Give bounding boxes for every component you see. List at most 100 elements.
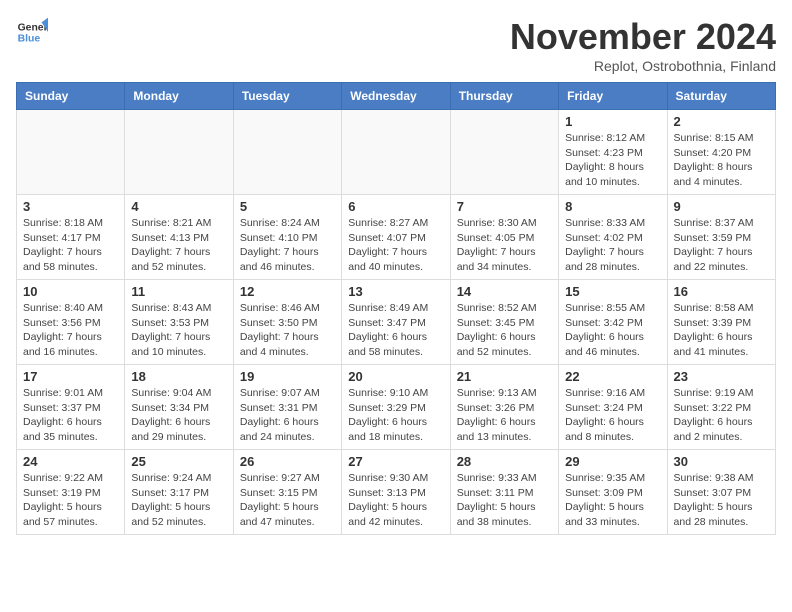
day-info: Sunrise: 9:35 AM Sunset: 3:09 PM Dayligh… bbox=[565, 471, 660, 530]
day-number: 20 bbox=[348, 369, 443, 384]
week-row-3: 10Sunrise: 8:40 AM Sunset: 3:56 PM Dayli… bbox=[17, 280, 776, 365]
calendar-cell: 1 Sunrise: 8:12 AM Sunset: 4:23 PM Daylig… bbox=[559, 110, 667, 195]
day-number: 24 bbox=[23, 454, 118, 469]
day-info: Sunrise: 8:58 AM Sunset: 3:39 PM Dayligh… bbox=[674, 301, 769, 360]
calendar-cell: 22Sunrise: 9:16 AM Sunset: 3:24 PM Dayli… bbox=[559, 365, 667, 450]
day-number: 15 bbox=[565, 284, 660, 299]
day-number: 23 bbox=[674, 369, 769, 384]
title-block: November 2024 Replot, Ostrobothnia, Finl… bbox=[510, 16, 776, 74]
day-number: 22 bbox=[565, 369, 660, 384]
calendar-cell: 25 Sunrise: 9:24 AM Sunset: 3:17 PM Dayli… bbox=[125, 450, 233, 535]
day-info: Sunrise: 8:24 AM Sunset: 4:10 PM Dayligh… bbox=[240, 216, 335, 275]
day-number: 3 bbox=[23, 199, 118, 214]
day-number: 25 bbox=[131, 454, 226, 469]
day-number: 6 bbox=[348, 199, 443, 214]
day-info: Sunrise: 9:27 AM Sunset: 3:15 PM Dayligh… bbox=[240, 471, 335, 530]
calendar-cell bbox=[233, 110, 341, 195]
calendar-cell bbox=[125, 110, 233, 195]
calendar-cell: 10Sunrise: 8:40 AM Sunset: 3:56 PM Dayli… bbox=[17, 280, 125, 365]
day-info: Sunrise: 8:49 AM Sunset: 3:47 PM Dayligh… bbox=[348, 301, 443, 360]
calendar-cell: 3 Sunrise: 8:18 AM Sunset: 4:17 PM Daylig… bbox=[17, 195, 125, 280]
day-number: 14 bbox=[457, 284, 552, 299]
calendar-cell bbox=[17, 110, 125, 195]
calendar-cell: 7 Sunrise: 8:30 AM Sunset: 4:05 PM Daylig… bbox=[450, 195, 558, 280]
day-info: Sunrise: 8:18 AM Sunset: 4:17 PM Dayligh… bbox=[23, 216, 118, 275]
calendar-cell: 11 Sunrise: 8:43 AM Sunset: 3:53 PM Dayli… bbox=[125, 280, 233, 365]
svg-text:Blue: Blue bbox=[18, 34, 41, 45]
calendar-cell: 9 Sunrise: 8:37 AM Sunset: 3:59 PM Daylig… bbox=[667, 195, 775, 280]
day-number: 9 bbox=[674, 199, 769, 214]
calendar-cell: 18 Sunrise: 9:04 AM Sunset: 3:34 PM Dayli… bbox=[125, 365, 233, 450]
day-number: 30 bbox=[674, 454, 769, 469]
day-info: Sunrise: 9:07 AM Sunset: 3:31 PM Dayligh… bbox=[240, 386, 335, 445]
calendar-cell: 12 Sunrise: 8:46 AM Sunset: 3:50 PM Dayli… bbox=[233, 280, 341, 365]
day-number: 17 bbox=[23, 369, 118, 384]
day-info: Sunrise: 9:33 AM Sunset: 3:11 PM Dayligh… bbox=[457, 471, 552, 530]
calendar-cell: 23 Sunrise: 9:19 AM Sunset: 3:22 PM Dayli… bbox=[667, 365, 775, 450]
day-info: Sunrise: 8:37 AM Sunset: 3:59 PM Dayligh… bbox=[674, 216, 769, 275]
calendar-cell: 14 Sunrise: 8:52 AM Sunset: 3:45 PM Dayli… bbox=[450, 280, 558, 365]
header-day-tuesday: Tuesday bbox=[233, 83, 341, 110]
header-day-saturday: Saturday bbox=[667, 83, 775, 110]
week-row-5: 24 Sunrise: 9:22 AM Sunset: 3:19 PM Dayli… bbox=[17, 450, 776, 535]
day-info: Sunrise: 9:24 AM Sunset: 3:17 PM Dayligh… bbox=[131, 471, 226, 530]
day-number: 1 bbox=[565, 114, 660, 129]
day-number: 27 bbox=[348, 454, 443, 469]
day-number: 26 bbox=[240, 454, 335, 469]
week-row-1: 1 Sunrise: 8:12 AM Sunset: 4:23 PM Daylig… bbox=[17, 110, 776, 195]
calendar-cell bbox=[450, 110, 558, 195]
logo: General Blue bbox=[16, 16, 48, 48]
header-day-thursday: Thursday bbox=[450, 83, 558, 110]
month-title: November 2024 bbox=[510, 16, 776, 58]
day-info: Sunrise: 8:12 AM Sunset: 4:23 PM Dayligh… bbox=[565, 131, 660, 190]
day-info: Sunrise: 8:33 AM Sunset: 4:02 PM Dayligh… bbox=[565, 216, 660, 275]
calendar-cell: 26 Sunrise: 9:27 AM Sunset: 3:15 PM Dayli… bbox=[233, 450, 341, 535]
day-number: 18 bbox=[131, 369, 226, 384]
header-day-sunday: Sunday bbox=[17, 83, 125, 110]
day-info: Sunrise: 9:10 AM Sunset: 3:29 PM Dayligh… bbox=[348, 386, 443, 445]
day-info: Sunrise: 8:21 AM Sunset: 4:13 PM Dayligh… bbox=[131, 216, 226, 275]
calendar-cell: 28 Sunrise: 9:33 AM Sunset: 3:11 PM Dayli… bbox=[450, 450, 558, 535]
day-number: 13 bbox=[348, 284, 443, 299]
calendar-cell: 20 Sunrise: 9:10 AM Sunset: 3:29 PM Dayli… bbox=[342, 365, 450, 450]
calendar-cell: 29 Sunrise: 9:35 AM Sunset: 3:09 PM Dayli… bbox=[559, 450, 667, 535]
day-info: Sunrise: 9:04 AM Sunset: 3:34 PM Dayligh… bbox=[131, 386, 226, 445]
calendar-cell: 13 Sunrise: 8:49 AM Sunset: 3:47 PM Dayli… bbox=[342, 280, 450, 365]
calendar-cell: 8Sunrise: 8:33 AM Sunset: 4:02 PM Daylig… bbox=[559, 195, 667, 280]
day-number: 16 bbox=[674, 284, 769, 299]
day-info: Sunrise: 8:27 AM Sunset: 4:07 PM Dayligh… bbox=[348, 216, 443, 275]
day-info: Sunrise: 9:01 AM Sunset: 3:37 PM Dayligh… bbox=[23, 386, 118, 445]
page-header: General Blue November 2024 Replot, Ostro… bbox=[16, 16, 776, 74]
day-info: Sunrise: 8:46 AM Sunset: 3:50 PM Dayligh… bbox=[240, 301, 335, 360]
day-info: Sunrise: 8:52 AM Sunset: 3:45 PM Dayligh… bbox=[457, 301, 552, 360]
calendar-cell: 21 Sunrise: 9:13 AM Sunset: 3:26 PM Dayli… bbox=[450, 365, 558, 450]
day-info: Sunrise: 8:43 AM Sunset: 3:53 PM Dayligh… bbox=[131, 301, 226, 360]
day-number: 12 bbox=[240, 284, 335, 299]
calendar-header-row: SundayMondayTuesdayWednesdayThursdayFrid… bbox=[17, 83, 776, 110]
calendar-cell: 5Sunrise: 8:24 AM Sunset: 4:10 PM Daylig… bbox=[233, 195, 341, 280]
day-number: 28 bbox=[457, 454, 552, 469]
day-info: Sunrise: 9:13 AM Sunset: 3:26 PM Dayligh… bbox=[457, 386, 552, 445]
day-info: Sunrise: 9:19 AM Sunset: 3:22 PM Dayligh… bbox=[674, 386, 769, 445]
day-number: 7 bbox=[457, 199, 552, 214]
header-day-wednesday: Wednesday bbox=[342, 83, 450, 110]
calendar-cell: 4 Sunrise: 8:21 AM Sunset: 4:13 PM Daylig… bbox=[125, 195, 233, 280]
logo-icon: General Blue bbox=[16, 16, 48, 48]
day-info: Sunrise: 9:38 AM Sunset: 3:07 PM Dayligh… bbox=[674, 471, 769, 530]
day-number: 10 bbox=[23, 284, 118, 299]
calendar-cell: 6 Sunrise: 8:27 AM Sunset: 4:07 PM Daylig… bbox=[342, 195, 450, 280]
calendar-cell: 27 Sunrise: 9:30 AM Sunset: 3:13 PM Dayli… bbox=[342, 450, 450, 535]
calendar-cell: 2Sunrise: 8:15 AM Sunset: 4:20 PM Daylig… bbox=[667, 110, 775, 195]
day-info: Sunrise: 8:30 AM Sunset: 4:05 PM Dayligh… bbox=[457, 216, 552, 275]
day-info: Sunrise: 9:30 AM Sunset: 3:13 PM Dayligh… bbox=[348, 471, 443, 530]
day-number: 11 bbox=[131, 284, 226, 299]
week-row-2: 3 Sunrise: 8:18 AM Sunset: 4:17 PM Daylig… bbox=[17, 195, 776, 280]
calendar-cell: 15Sunrise: 8:55 AM Sunset: 3:42 PM Dayli… bbox=[559, 280, 667, 365]
day-number: 21 bbox=[457, 369, 552, 384]
calendar-cell bbox=[342, 110, 450, 195]
calendar-cell: 17 Sunrise: 9:01 AM Sunset: 3:37 PM Dayli… bbox=[17, 365, 125, 450]
day-info: Sunrise: 9:22 AM Sunset: 3:19 PM Dayligh… bbox=[23, 471, 118, 530]
day-number: 4 bbox=[131, 199, 226, 214]
day-number: 29 bbox=[565, 454, 660, 469]
day-number: 19 bbox=[240, 369, 335, 384]
